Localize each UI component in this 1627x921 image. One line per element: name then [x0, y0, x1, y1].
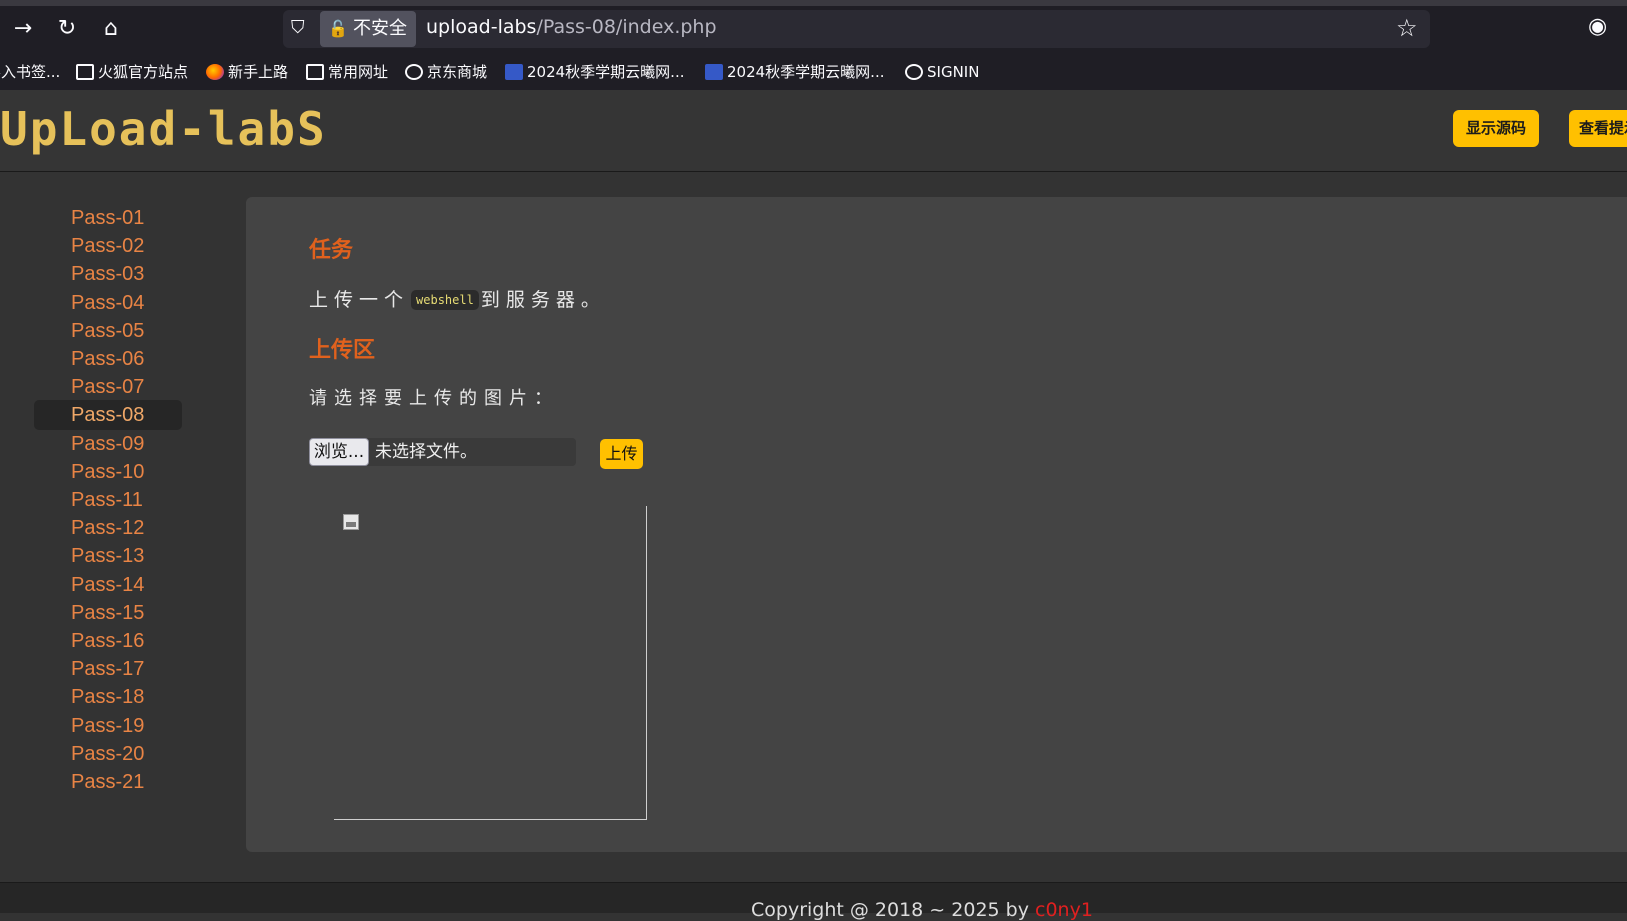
firefox-icon [206, 64, 224, 80]
sidebar-item-pass-17[interactable]: Pass-17 [34, 654, 182, 684]
bookmark-signin[interactable]: SIGNIN [905, 60, 979, 84]
sidebar-item-pass-03[interactable]: Pass-03 [34, 259, 182, 289]
bookmark-common-sites[interactable]: 常用网址 [306, 60, 388, 84]
bookmarks-toolbar: 导入书签... 火狐官方站点 新手上路 常用网址 京东商城 2024秋季学期云曦… [0, 54, 1627, 90]
sidebar-item-pass-16[interactable]: Pass-16 [34, 626, 182, 656]
copyright-prefix: Copyright @ 2018 ~ 2025 by [751, 899, 1036, 921]
bookmark-yunxi-2[interactable]: 2024秋季学期云曦网... [705, 60, 884, 84]
site-favicon-icon [705, 64, 723, 80]
bookmark-firefox-site[interactable]: 火狐官方站点 [76, 60, 188, 84]
site-favicon-icon [505, 64, 523, 80]
task-text-before: 上传一个 [309, 289, 410, 311]
bookmark-label: 2024秋季学期云曦网... [727, 63, 885, 81]
task-code: webshell [411, 290, 479, 310]
bookmark-label: 2024秋季学期云曦网... [527, 63, 685, 81]
security-label: 不安全 [353, 18, 407, 39]
bookmark-import[interactable]: 导入书签... [0, 60, 60, 84]
bookmark-jd[interactable]: 京东商城 [405, 60, 487, 84]
sidebar-item-pass-15[interactable]: Pass-15 [34, 598, 182, 628]
file-status: 未选择文件。 [375, 442, 477, 462]
sidebar-item-pass-04[interactable]: Pass-04 [34, 288, 182, 318]
security-indicator[interactable]: 🔓 不安全 [320, 11, 416, 47]
image-preview [334, 506, 647, 820]
sidebar-item-pass-09[interactable]: Pass-09 [34, 429, 182, 459]
task-heading: 任务 [309, 238, 354, 263]
sidebar-item-pass-07[interactable]: Pass-07 [34, 372, 182, 402]
tab-strip-edge [0, 0, 1627, 6]
task-description: 上传一个 webshell 到服务器。 [309, 285, 606, 312]
sidebar-item-pass-18[interactable]: Pass-18 [34, 682, 182, 712]
sidebar-item-pass-11[interactable]: Pass-11 [34, 485, 182, 515]
sidebar-item-pass-10[interactable]: Pass-10 [34, 457, 182, 487]
insecure-lock-icon: 🔓 [328, 19, 348, 38]
reload-icon[interactable]: ↻ [52, 14, 82, 44]
sidebar-item-pass-05[interactable]: Pass-05 [34, 316, 182, 346]
url-path: /Pass-08/index.php [536, 16, 717, 38]
sidebar-nav: Pass-01 Pass-02 Pass-03 Pass-04 Pass-05 Pass-… [0, 172, 246, 882]
sidebar-item-pass-12[interactable]: Pass-12 [34, 513, 182, 543]
url-host: upload-labs [426, 16, 537, 38]
home-icon[interactable]: ⌂ [96, 14, 126, 44]
sidebar-item-pass-02[interactable]: Pass-02 [34, 231, 182, 261]
sidebar-item-pass-20[interactable]: Pass-20 [34, 739, 182, 769]
upload-heading: 上传区 [309, 338, 376, 363]
view-hint-button[interactable]: 查看提示 [1569, 110, 1627, 147]
url-text[interactable]: upload-labs/Pass-08/index.php [426, 16, 717, 38]
folder-icon [76, 64, 94, 80]
bookmark-label: 导入书签... [0, 63, 61, 81]
sidebar-item-pass-13[interactable]: Pass-13 [34, 541, 182, 571]
broken-image-icon [343, 514, 359, 530]
sidebar-item-pass-08[interactable]: Pass-08 [34, 400, 182, 431]
author-link[interactable]: c0ny1 [1035, 899, 1093, 921]
globe-icon [405, 64, 423, 80]
sidebar-item-pass-06[interactable]: Pass-06 [34, 344, 182, 374]
bookmark-getting-started[interactable]: 新手上路 [206, 60, 288, 84]
task-text-after: 到服务器。 [480, 289, 606, 311]
show-source-button[interactable]: 显示源码 [1453, 110, 1539, 147]
bookmark-label: 火狐官方站点 [98, 63, 189, 81]
bookmark-label: 常用网址 [328, 63, 389, 81]
upload-prompt: 请选择要上传的图片： [309, 388, 559, 409]
account-icon[interactable]: ◉ [1588, 14, 1607, 39]
bookmark-yunxi-1[interactable]: 2024秋季学期云曦网... [505, 60, 684, 84]
copyright: Copyright @ 2018 ~ 2025 by c0ny1 [751, 899, 1093, 921]
sidebar-item-pass-19[interactable]: Pass-19 [34, 711, 182, 741]
globe-icon [905, 64, 923, 80]
sidebar-item-pass-14[interactable]: Pass-14 [34, 570, 182, 600]
bookmark-label: 京东商城 [427, 63, 488, 81]
upload-button[interactable]: 上传 [600, 439, 643, 469]
browse-button[interactable]: 浏览... [309, 438, 369, 466]
tracking-shield-icon[interactable]: ⛉ [291, 17, 313, 41]
site-logo[interactable]: UpLoad-labS [0, 102, 327, 156]
sidebar-item-pass-21[interactable]: Pass-21 [34, 767, 182, 797]
bookmark-label: 新手上路 [228, 63, 289, 81]
bookmark-star-icon[interactable]: ☆ [1396, 14, 1418, 42]
folder-icon [306, 64, 324, 80]
bookmark-label: SIGNIN [927, 63, 980, 81]
sidebar-item-pass-01[interactable]: Pass-01 [34, 203, 182, 233]
forward-icon[interactable]: → [8, 14, 38, 44]
